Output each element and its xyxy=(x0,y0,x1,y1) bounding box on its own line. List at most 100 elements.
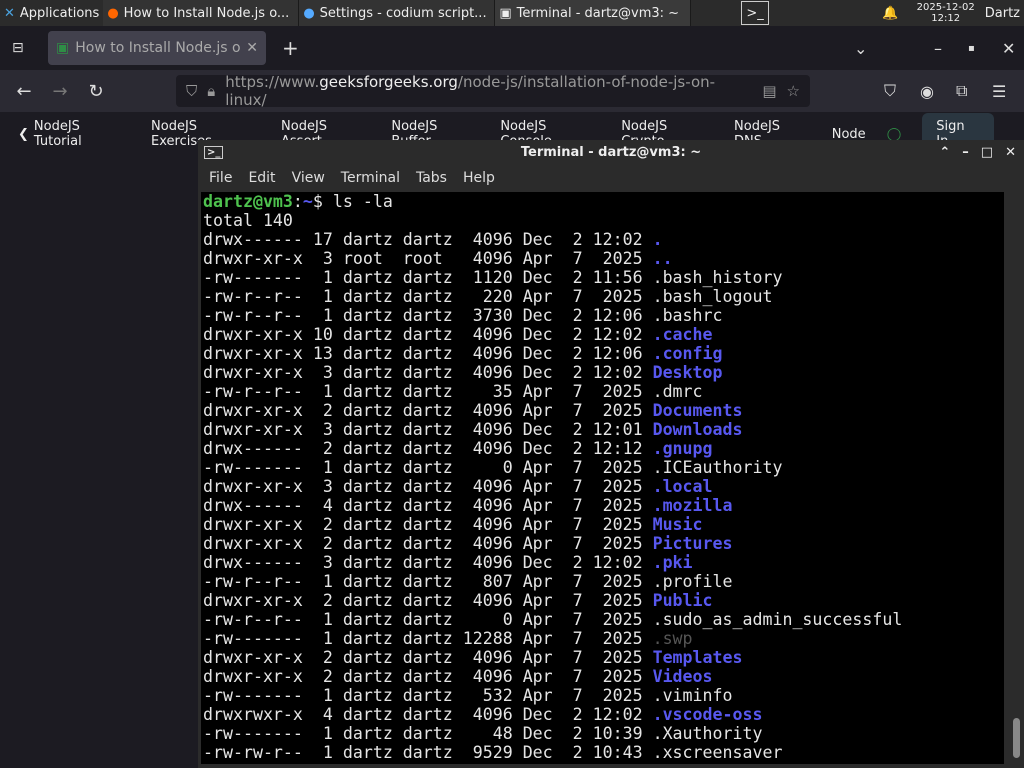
listing-row: drwxr-xr-x 2 dartz dartz 4096 Apr 7 2025… xyxy=(203,667,1004,686)
listing-row: drwxr-xr-x 3 dartz dartz 4096 Dec 2 12:0… xyxy=(203,420,1004,439)
prompt-user: dartz@vm3 xyxy=(203,192,293,211)
task-terminal[interactable]: ▣ Terminal - dartz@vm3: ~ xyxy=(495,0,692,26)
file-name: Videos xyxy=(652,667,713,686)
bookmark-star-icon[interactable]: ☆ xyxy=(787,82,800,100)
terminal-launcher-icon[interactable]: >_ xyxy=(741,1,769,25)
listing-row: drwxr-xr-x 3 dartz dartz 4096 Apr 7 2025… xyxy=(203,477,1004,496)
close-window-icon[interactable]: ✕ xyxy=(1002,39,1015,58)
terminal-icon: >_ xyxy=(204,146,224,159)
taskbar: ✕ Applications ● How to Install Node.js o.… xyxy=(0,0,1024,26)
xfce-logo-icon: ✕ xyxy=(4,5,15,21)
reload-icon[interactable]: ↻ xyxy=(78,81,114,102)
file-name: .viminfo xyxy=(652,686,733,705)
tab-title: How to Install Node.js on xyxy=(75,40,241,56)
menu-icon[interactable]: ☰ xyxy=(992,82,1006,101)
forward-icon[interactable]: → xyxy=(42,81,78,102)
file-meta: drwx------ 2 dartz dartz 4096 Dec 2 12:1… xyxy=(203,439,653,458)
listing-row: drwxr-xr-x 2 dartz dartz 4096 Apr 7 2025… xyxy=(203,534,1004,553)
file-name: Downloads xyxy=(652,420,743,439)
clock[interactable]: 2025-12-02 12:12 xyxy=(911,2,981,24)
gfg-favicon-icon: ▣ xyxy=(56,40,70,56)
file-name: Public xyxy=(652,591,713,610)
maximize-icon[interactable]: □ xyxy=(981,145,993,160)
menu-view[interactable]: View xyxy=(292,170,333,186)
clock-time: 12:12 xyxy=(931,13,961,24)
menu-terminal[interactable]: Terminal xyxy=(341,170,408,186)
file-meta: -rw------- 1 dartz dartz 0 Apr 7 2025 xyxy=(203,458,653,477)
menu-tabs[interactable]: Tabs xyxy=(416,170,455,186)
minimize-icon[interactable]: – xyxy=(962,145,969,160)
browser-tab[interactable]: ▣ How to Install Node.js on ✕ xyxy=(48,31,266,65)
new-tab-icon[interactable]: + xyxy=(282,36,299,60)
shield-icon[interactable]: ⛉ xyxy=(186,82,197,100)
codium-icon: ● xyxy=(303,5,315,21)
file-name: .ICEauthority xyxy=(652,458,783,477)
list-tabs-icon[interactable]: ⌄ xyxy=(854,39,867,58)
terminal-window: >_ Terminal - dartz@vm3: ~ ⌃ – □ ✕ File Edi… xyxy=(198,140,1024,768)
file-name: .gnupg xyxy=(652,439,713,458)
lock-icon[interactable]: 🔒︎ xyxy=(207,82,215,100)
task-firefox[interactable]: ● How to Install Node.js o... xyxy=(103,0,300,26)
file-name: .sudo_as_admin_successful xyxy=(652,610,903,629)
nav-link[interactable]: NodeJS Tutorial xyxy=(34,119,130,149)
url-bar[interactable]: ⛉ 🔒︎ https://www.geeksforgeeks.org/node-j… xyxy=(176,73,810,109)
shade-icon[interactable]: ⌃ xyxy=(939,145,950,160)
listing-row: -rw-r--r-- 1 dartz dartz 220 Apr 7 2025 … xyxy=(203,287,1004,306)
file-meta: drwx------ 17 dartz dartz 4096 Dec 2 12:… xyxy=(203,230,653,249)
file-meta: drwx------ 3 dartz dartz 4096 Dec 2 12:0… xyxy=(203,553,653,572)
listing-row: -rw-r--r-- 1 dartz dartz 0 Apr 7 2025 .s… xyxy=(203,610,1004,629)
extensions-icon[interactable]: ⧉ xyxy=(956,81,967,101)
file-name: . xyxy=(652,230,663,249)
url-domain: geeksforgeeks.org xyxy=(319,73,458,91)
bell-icon[interactable]: 🔔 xyxy=(882,6,898,21)
file-meta: drwxr-xr-x 3 dartz dartz 4096 Dec 2 12:0… xyxy=(203,363,653,382)
file-name: .dmrc xyxy=(652,382,703,401)
minimize-icon[interactable]: – xyxy=(934,39,942,58)
listing-row: drwxrwxr-x 4 dartz dartz 4096 Dec 2 12:0… xyxy=(203,705,1004,724)
user-menu[interactable]: Dartz xyxy=(981,0,1024,26)
applications-menu[interactable]: ✕ Applications xyxy=(0,0,103,26)
listing-row: -rw-r--r-- 1 dartz dartz 3730 Dec 2 12:0… xyxy=(203,306,1004,325)
browser-navbar: ← → ↻ ⛉ 🔒︎ https://www.geeksforgeeks.org/… xyxy=(0,70,1024,112)
close-tab-icon[interactable]: ✕ xyxy=(246,40,258,56)
pocket-icon[interactable]: ⛉ xyxy=(884,81,896,101)
tab-manager-icon[interactable]: ⊟ xyxy=(12,40,24,56)
file-meta: drwxrwxr-x 4 dartz dartz 4096 Dec 2 12:0… xyxy=(203,705,653,724)
maximize-icon[interactable]: ▪ xyxy=(968,43,975,54)
menu-file[interactable]: File xyxy=(209,170,240,186)
listing-row: -rw------- 1 dartz dartz 532 Apr 7 2025 … xyxy=(203,686,1004,705)
file-name: .profile xyxy=(652,572,733,591)
listing-row: drwx------ 17 dartz dartz 4096 Dec 2 12:… xyxy=(203,230,1004,249)
scrollbar[interactable] xyxy=(1013,718,1020,758)
close-icon[interactable]: ✕ xyxy=(1005,145,1016,160)
terminal-output[interactable]: dartz@vm3:~$ ls -la total 140 drwx------… xyxy=(201,192,1004,764)
back-icon[interactable]: ← xyxy=(6,81,42,102)
file-meta: -rw------- 1 dartz dartz 48 Dec 2 10:39 xyxy=(203,724,653,743)
file-meta: drwx------ 4 dartz dartz 4096 Apr 7 2025 xyxy=(203,496,653,515)
file-meta: drwxr-xr-x 3 root root 4096 Apr 7 2025 xyxy=(203,249,653,268)
chevron-left-icon[interactable]: ❮ xyxy=(18,127,29,142)
file-meta: drwxr-xr-x 2 dartz dartz 4096 Apr 7 2025 xyxy=(203,401,653,420)
listing-row: drwx------ 4 dartz dartz 4096 Apr 7 2025… xyxy=(203,496,1004,515)
listing-row: -rw-rw-r-- 1 dartz dartz 9529 Dec 2 10:4… xyxy=(203,743,1004,762)
file-meta: drwxr-xr-x 10 dartz dartz 4096 Dec 2 12:… xyxy=(203,325,653,344)
url-text: https://www.geeksforgeeks.org/node-js/in… xyxy=(225,73,752,109)
task-settings[interactable]: ● Settings - codium script... xyxy=(299,0,496,26)
clock-date: 2025-12-02 xyxy=(916,2,975,13)
file-meta: -rw------- 1 dartz dartz 1120 Dec 2 11:5… xyxy=(203,268,653,287)
file-meta: drwxr-xr-x 3 dartz dartz 4096 Apr 7 2025 xyxy=(203,477,653,496)
terminal-titlebar[interactable]: >_ Terminal - dartz@vm3: ~ ⌃ – □ ✕ xyxy=(198,140,1024,165)
task-label: How to Install Node.js o... xyxy=(123,5,290,21)
file-meta: -rw-rw-r-- 1 dartz dartz 9529 Dec 2 10:4… xyxy=(203,743,653,762)
menu-help[interactable]: Help xyxy=(463,170,503,186)
listing-row: drwxr-xr-x 3 root root 4096 Apr 7 2025 .… xyxy=(203,249,1004,268)
account-icon[interactable]: ◉ xyxy=(920,82,934,101)
task-label: Terminal - dartz@vm3: ~ xyxy=(516,5,680,21)
reader-view-icon[interactable]: ▤ xyxy=(762,82,776,100)
file-name: Pictures xyxy=(652,534,733,553)
file-meta: -rw-r--r-- 1 dartz dartz 807 Apr 7 2025 xyxy=(203,572,653,591)
file-name: .xscreensaver xyxy=(652,743,783,762)
file-name: Desktop xyxy=(652,363,723,382)
menu-edit[interactable]: Edit xyxy=(248,170,283,186)
listing-row: -rw------- 1 dartz dartz 48 Dec 2 10:39 … xyxy=(203,724,1004,743)
